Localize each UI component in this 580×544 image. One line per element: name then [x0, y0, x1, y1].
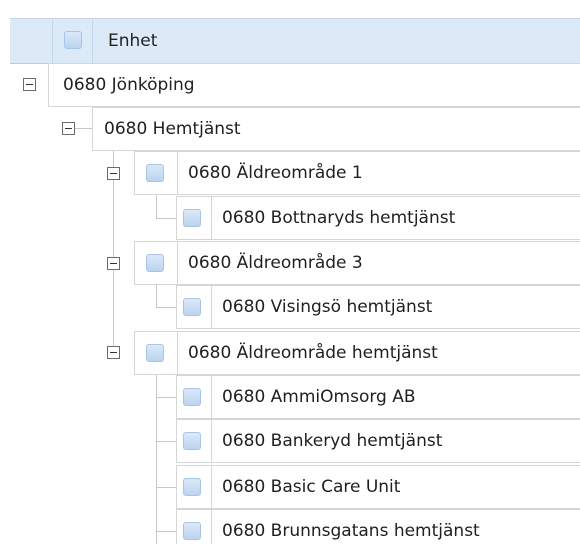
row-label: 0680 Basic Care Unit	[222, 477, 401, 497]
tree-line	[156, 218, 176, 219]
row-label: 0680 Äldreområde 1	[188, 163, 363, 183]
row-checkbox[interactable]	[183, 478, 201, 496]
row-checkbox[interactable]	[146, 254, 164, 272]
row-label: 0680 AmmiOmsorg AB	[222, 387, 416, 407]
header-divider	[52, 19, 53, 63]
tree-row-ammiomsorg[interactable]: 0680 AmmiOmsorg AB	[176, 375, 580, 419]
tree-line	[156, 531, 176, 532]
tree-row-hemtjanst[interactable]: 0680 Hemtjänst	[92, 107, 580, 151]
tree-line	[75, 128, 93, 129]
tree-header: Enhet	[10, 18, 580, 64]
row-label: 0680 Bankeryd hemtjänst	[222, 431, 443, 451]
row-label: 0680 Hemtjänst	[104, 119, 241, 139]
cell-divider	[211, 510, 212, 544]
tree-row-jonkoping[interactable]: 0680 Jönköping	[48, 63, 580, 107]
tree-row-basic-care-unit[interactable]: 0680 Basic Care Unit	[176, 465, 580, 509]
collapse-toggle[interactable]	[107, 167, 120, 180]
tree-line	[156, 441, 176, 442]
header-divider	[92, 19, 93, 63]
row-label: 0680 Brunnsgatans hemtjänst	[222, 521, 480, 541]
row-checkbox[interactable]	[183, 298, 201, 316]
tree-line	[156, 307, 176, 308]
row-label: 0680 Visingsö hemtjänst	[222, 297, 433, 317]
row-checkbox[interactable]	[146, 344, 164, 362]
cell-divider	[211, 376, 212, 418]
collapse-toggle[interactable]	[23, 78, 36, 91]
collapse-toggle[interactable]	[62, 122, 75, 135]
select-all-checkbox[interactable]	[64, 31, 82, 49]
cell-divider	[211, 286, 212, 328]
tree-row-bottnaryds[interactable]: 0680 Bottnaryds hemtjänst	[176, 196, 580, 240]
column-header-enhet[interactable]: Enhet	[108, 31, 157, 51]
org-unit-tree: Enhet 0680 Jönköping 0680 Hemtjänst 0680…	[0, 0, 580, 544]
cell-divider	[177, 332, 178, 374]
row-label: 0680 Äldreområde 3	[188, 253, 363, 273]
cell-divider	[177, 152, 178, 194]
cell-divider	[177, 242, 178, 284]
tree-row-aldreomrade-3[interactable]: 0680 Äldreområde 3	[134, 241, 580, 285]
tree-line	[156, 361, 157, 544]
row-checkbox[interactable]	[183, 209, 201, 227]
row-label: 0680 Bottnaryds hemtjänst	[222, 208, 456, 228]
cell-divider	[211, 420, 212, 462]
tree-row-bankeryd[interactable]: 0680 Bankeryd hemtjänst	[176, 419, 580, 463]
tree-row-brunnsgatans[interactable]: 0680 Brunnsgatans hemtjänst	[176, 509, 580, 544]
row-label: 0680 Jönköping	[63, 75, 195, 95]
row-checkbox[interactable]	[146, 164, 164, 182]
tree-line	[156, 487, 176, 488]
cell-divider	[211, 197, 212, 239]
collapse-toggle[interactable]	[107, 346, 120, 359]
tree-line	[156, 397, 176, 398]
cell-divider	[211, 466, 212, 508]
tree-row-aldreomrade-1[interactable]: 0680 Äldreområde 1	[134, 151, 580, 195]
tree-row-aldreomrade-hemtjanst[interactable]: 0680 Äldreområde hemtjänst	[134, 331, 580, 375]
row-checkbox[interactable]	[183, 522, 201, 540]
tree-row-visingso[interactable]: 0680 Visingsö hemtjänst	[176, 285, 580, 329]
collapse-toggle[interactable]	[107, 257, 120, 270]
row-label: 0680 Äldreområde hemtjänst	[188, 343, 438, 363]
row-checkbox[interactable]	[183, 388, 201, 406]
row-checkbox[interactable]	[183, 432, 201, 450]
